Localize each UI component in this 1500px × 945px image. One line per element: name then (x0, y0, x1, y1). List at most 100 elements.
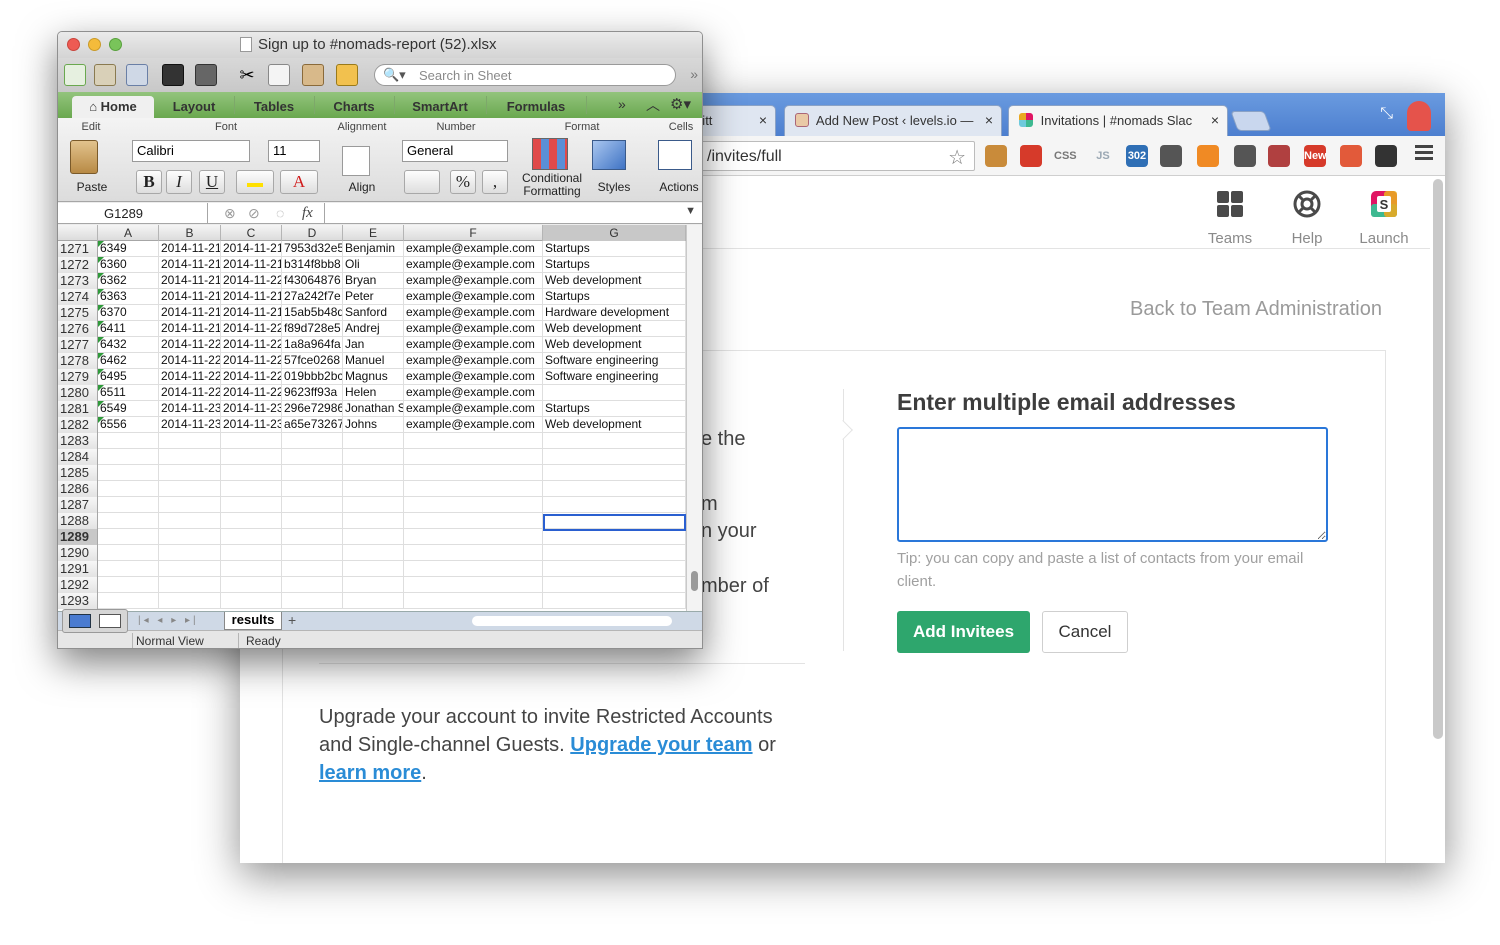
row-number[interactable]: 1276 (58, 321, 98, 337)
sheet-tab-results[interactable]: results (224, 612, 282, 630)
table-cell[interactable]: 2014-11-23 (221, 417, 282, 433)
table-cell[interactable] (282, 577, 343, 593)
table-cell[interactable]: 2014-11-22 (221, 337, 282, 353)
spreadsheet-grid[interactable]: ABCDEFG 1271 6349 2014-11-21 2014-11-21 7953… (58, 225, 686, 611)
table-cell[interactable]: 7953d32e5 (282, 241, 343, 257)
fx-icon[interactable]: fx (302, 205, 313, 222)
save-icon[interactable] (162, 64, 184, 86)
table-cell[interactable]: 2014-11-22 (159, 369, 221, 385)
nav-help[interactable]: Help (1272, 190, 1342, 247)
css-icon[interactable]: CSS (1054, 145, 1077, 167)
table-cell[interactable] (343, 593, 404, 609)
horizontal-scrollbar[interactable] (472, 616, 672, 626)
column-header[interactable]: B (159, 225, 221, 241)
collapse-ribbon-icon[interactable]: ︿ (646, 95, 660, 115)
table-cell[interactable] (221, 577, 282, 593)
table-cell[interactable]: 6511 (98, 385, 159, 401)
table-cell[interactable]: 57fce0268 (282, 353, 343, 369)
sheet-navigation-arrows-icon[interactable]: |◂ ◂ ▸ ▸| (138, 615, 199, 626)
email-addresses-textarea[interactable] (897, 427, 1328, 542)
table-cell[interactable] (221, 545, 282, 561)
table-cell[interactable]: example@example.com (404, 241, 543, 257)
font-color-button[interactable]: A (280, 170, 318, 194)
ribbon-more-icon[interactable]: » (618, 96, 626, 112)
row-number[interactable]: 1272 (58, 257, 98, 273)
table-cell[interactable] (98, 449, 159, 465)
table-cell[interactable] (159, 561, 221, 577)
table-cell[interactable] (282, 449, 343, 465)
row-number[interactable]: 1275 (58, 305, 98, 321)
select-all-corner[interactable] (58, 225, 98, 241)
js-icon[interactable]: JS (1092, 145, 1114, 167)
tab-layout[interactable]: Layout (154, 96, 234, 118)
table-cell[interactable] (543, 545, 686, 561)
table-cell[interactable]: 6556 (98, 417, 159, 433)
row-number[interactable]: 1271 (58, 241, 98, 257)
page-scrollbar[interactable] (1433, 179, 1443, 739)
add-sheet-button[interactable]: + (288, 612, 296, 628)
nav-launch[interactable]: S Launch (1349, 190, 1419, 247)
table-cell[interactable]: example@example.com (404, 385, 543, 401)
normal-view-icon[interactable] (69, 614, 91, 628)
table-cell[interactable] (221, 497, 282, 513)
table-cell[interactable] (543, 497, 686, 513)
table-cell[interactable] (404, 561, 543, 577)
table-cell[interactable] (98, 561, 159, 577)
table-cell[interactable]: 6370 (98, 305, 159, 321)
row-number[interactable]: 1282 (58, 417, 98, 433)
table-cell[interactable] (221, 465, 282, 481)
table-cell[interactable]: 2014-11-21 (221, 257, 282, 273)
font-name-select[interactable]: Calibri (132, 140, 250, 162)
table-cell[interactable]: 2014-11-23 (159, 417, 221, 433)
learn-more-link[interactable]: learn more (319, 762, 421, 784)
column-header[interactable]: G (543, 225, 686, 241)
table-cell[interactable]: 15ab5b48d (282, 305, 343, 321)
row-number[interactable]: 1288 (58, 513, 98, 529)
table-cell[interactable]: example@example.com (404, 353, 543, 369)
cell-actions-icon[interactable] (658, 140, 692, 170)
table-cell[interactable]: 6432 (98, 337, 159, 353)
profile-avatar-icon[interactable] (1407, 101, 1431, 131)
table-cell[interactable]: 6411 (98, 321, 159, 337)
table-cell[interactable] (282, 545, 343, 561)
conditional-formatting-icon[interactable] (532, 138, 568, 170)
new-badge-icon[interactable]: New (1304, 145, 1327, 167)
table-cell[interactable] (159, 513, 221, 529)
function-toggle-icon[interactable]: ◌ (276, 205, 284, 221)
table-cell[interactable]: 6495 (98, 369, 159, 385)
upgrade-team-link[interactable]: Upgrade your team (570, 734, 752, 756)
table-cell[interactable] (343, 529, 404, 545)
table-cell[interactable] (404, 433, 543, 449)
table-cell[interactable] (343, 433, 404, 449)
table-cell[interactable]: example@example.com (404, 417, 543, 433)
column-header[interactable]: D (282, 225, 343, 241)
comma-style-button[interactable]: , (482, 170, 508, 194)
table-cell[interactable] (221, 529, 282, 545)
table-cell[interactable] (221, 593, 282, 609)
search-in-sheet-input[interactable]: 🔍▾ Search in Sheet (374, 64, 676, 86)
row-number[interactable]: 1283 (58, 433, 98, 449)
minimize-window-icon[interactable] (88, 38, 101, 51)
table-cell[interactable] (543, 529, 686, 545)
table-cell[interactable] (98, 577, 159, 593)
table-cell[interactable]: 2014-11-23 (221, 401, 282, 417)
table-cell[interactable] (404, 497, 543, 513)
table-cell[interactable]: example@example.com (404, 257, 543, 273)
table-cell[interactable] (282, 497, 343, 513)
new-tab-button[interactable] (1230, 111, 1272, 131)
column-header[interactable]: F (404, 225, 543, 241)
accept-formula-icon[interactable]: ⊘ (248, 205, 260, 222)
table-cell[interactable]: 6549 (98, 401, 159, 417)
table-cell[interactable]: Helen (343, 385, 404, 401)
table-cell[interactable]: Andrej (343, 321, 404, 337)
table-cell[interactable] (98, 433, 159, 449)
row-number[interactable]: 1281 (58, 401, 98, 417)
table-cell[interactable]: Startups (543, 289, 686, 305)
table-cell[interactable]: Benjamin (343, 241, 404, 257)
table-cell[interactable] (343, 481, 404, 497)
row-number[interactable]: 1287 (58, 497, 98, 513)
table-cell[interactable]: example@example.com (404, 321, 543, 337)
print-icon[interactable] (195, 64, 217, 86)
table-cell[interactable]: Johns (343, 417, 404, 433)
row-number[interactable]: 1273 (58, 273, 98, 289)
